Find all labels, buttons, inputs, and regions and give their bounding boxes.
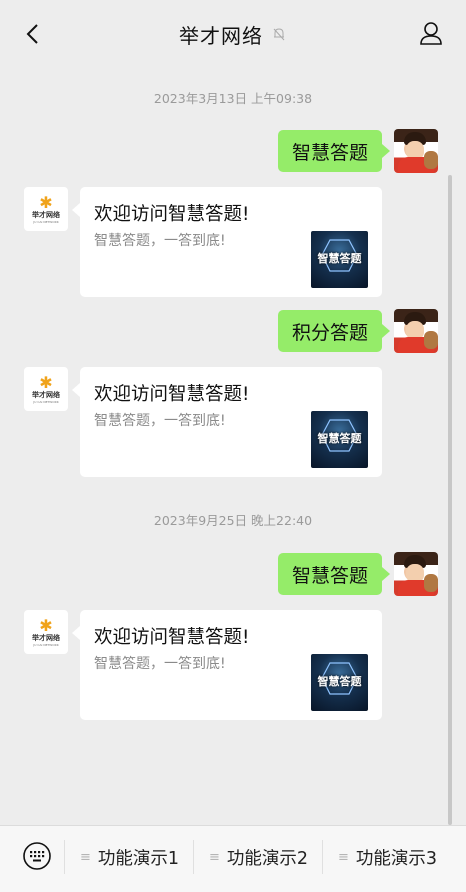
menu-item-1[interactable]: ≡ 功能演示1 (80, 845, 179, 870)
back-icon[interactable] (22, 22, 46, 46)
logo-flower-icon: ✱ (39, 372, 53, 392)
logo-flower-icon: ✱ (39, 615, 53, 635)
card-thumbnail: 智慧答题 (311, 231, 368, 288)
menu-lines-icon: ≡ (209, 850, 220, 865)
timestamp: 2023年9月25日 晚上22:40 (153, 513, 313, 528)
bot-brand-sub: JU CAI NETWORK (33, 642, 59, 647)
bot-avatar[interactable]: ✱ 举才网络 JU CAI NETWORK (24, 367, 68, 411)
menu-item-label: 功能演示2 (226, 849, 309, 869)
bot-avatar[interactable]: ✱ 举才网络 JU CAI NETWORK (24, 610, 68, 654)
menu-item-2[interactable]: ≡ 功能演示2 (209, 845, 308, 870)
bot-brand: 举才网络 (32, 633, 60, 642)
bot-avatar[interactable]: ✱ 举才网络 JU CAI NETWORK (24, 187, 68, 231)
menu-divider (64, 840, 65, 874)
menu-divider (193, 840, 194, 874)
card-title: 欢迎访问智慧答题! (94, 627, 250, 648)
chat-header: 举才网络 (0, 0, 466, 68)
link-card[interactable]: 欢迎访问智慧答题! 智慧答题，一答到底! 智慧答题 (72, 367, 382, 477)
scrollbar[interactable] (448, 175, 452, 825)
link-card[interactable]: 欢迎访问智慧答题! 智慧答题，一答到底! 智慧答题 (72, 187, 382, 297)
card-thumbnail: 智慧答题 (311, 411, 368, 468)
mute-bell-icon (273, 28, 285, 41)
bot-brand: 举才网络 (32, 210, 60, 219)
message-list[interactable]: 2023年3月13日 上午09:38 智慧答题 ✱ 举才网络 JU CAI NE… (0, 68, 466, 824)
menu-lines-icon: ≡ (80, 850, 91, 865)
card-description: 智慧答题，一答到底! (94, 656, 226, 672)
bot-brand-sub: JU CAI NETWORK (33, 399, 59, 404)
card-title: 欢迎访问智慧答题! (94, 384, 250, 405)
card-thumbnail-text: 智慧答题 (317, 675, 362, 688)
link-card[interactable]: 欢迎访问智慧答题! 智慧答题，一答到底! 智慧答题 (72, 610, 382, 720)
outgoing-message[interactable]: 智慧答题 (277, 130, 391, 172)
menu-lines-icon: ≡ (338, 850, 349, 865)
menu-divider (322, 840, 323, 874)
profile-icon[interactable] (418, 20, 444, 46)
user-avatar[interactable] (394, 129, 438, 173)
chat-title: 举才网络 (179, 23, 263, 48)
bot-brand: 举才网络 (32, 390, 60, 399)
menu-item-label: 功能演示3 (355, 849, 438, 869)
card-description: 智慧答题，一答到底! (94, 413, 226, 429)
title-group: 举才网络 (179, 20, 287, 49)
outgoing-message[interactable]: 积分答题 (277, 310, 391, 352)
card-description: 智慧答题，一答到底! (94, 233, 226, 249)
timestamp: 2023年3月13日 上午09:38 (153, 91, 313, 106)
outgoing-message[interactable]: 智慧答题 (277, 553, 391, 595)
card-title: 欢迎访问智慧答题! (94, 204, 250, 225)
menu-item-label: 功能演示1 (97, 849, 180, 869)
user-avatar[interactable] (394, 552, 438, 596)
card-thumbnail-text: 智慧答题 (317, 252, 362, 265)
logo-flower-icon: ✱ (39, 192, 53, 212)
card-thumbnail: 智慧答题 (311, 654, 368, 711)
bot-brand-sub: JU CAI NETWORK (33, 219, 59, 224)
bottom-menu-bar: ≡ 功能演示1 ≡ 功能演示2 ≡ 功能演示3 (0, 825, 466, 892)
user-avatar[interactable] (394, 309, 438, 353)
menu-item-3[interactable]: ≡ 功能演示3 (338, 845, 437, 870)
card-thumbnail-text: 智慧答题 (317, 432, 362, 445)
keyboard-icon[interactable] (22, 841, 52, 871)
